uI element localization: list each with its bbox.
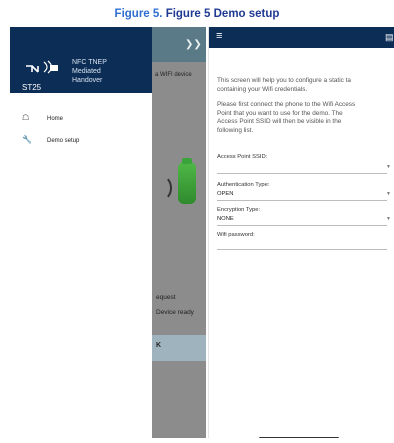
st-logo-icon (26, 60, 58, 74)
wifi-password-label: Wifi password: (217, 232, 255, 238)
app-bar: ≡ ▤ (209, 27, 394, 48)
intro-text: This screen will help you to configure a… (217, 77, 394, 94)
right-phone-screen: ≡ ▤ This screen will help you to configu… (208, 27, 394, 438)
figure-label: Figure 5. (114, 8, 163, 20)
auth-type-underline (217, 200, 387, 201)
drawer-header: ST25 NFC TNEP Mediated Handover (10, 27, 152, 93)
instruction-line: Access Point SSID will then be visible i… (217, 118, 342, 125)
nfc-wave-icon (150, 175, 172, 201)
encryption-type-label: Encryption Type: (217, 207, 261, 213)
drawer-title-line: NFC TNEP (72, 59, 107, 66)
ssid-label: Access Point SSID: (217, 154, 268, 160)
background-header-text: a WIFI device (155, 72, 192, 78)
st25-logo-text: ST25 (22, 83, 42, 92)
drawer-item-home[interactable]: ☖ Home (10, 113, 152, 129)
drawer-title-line: Handover (72, 77, 103, 84)
save-icon[interactable]: ▤ (385, 32, 394, 43)
auth-type-select[interactable]: OPEN (217, 191, 233, 197)
background-status-ready: Device ready (156, 309, 194, 316)
nfc-icon: ❯❯ (185, 39, 202, 50)
left-phone-screen: ❯❯ a WIFI device equest Device ready K S… (10, 27, 206, 438)
navigation-drawer: ST25 NFC TNEP Mediated Handover ☖ Home 🔧… (10, 27, 152, 438)
auth-type-label: Authentication Type: (217, 182, 270, 188)
background-button-label: K (156, 342, 162, 349)
figure-caption: Figure 5. Figure 5 Demo setup (0, 8, 394, 20)
instruction-line: Point that you want to use for the demo.… (217, 109, 343, 117)
battery-icon (178, 158, 196, 204)
home-icon: ☖ (22, 113, 30, 122)
drawer-item-label: Demo setup (47, 138, 80, 144)
intro-line: This screen will help you to configure a… (217, 77, 351, 84)
background-content (152, 27, 206, 438)
chevron-down-icon[interactable]: ▼ (386, 191, 391, 197)
drawer-app-title: NFC TNEP Mediated Handover (72, 58, 152, 85)
chevron-down-icon[interactable]: ▼ (386, 164, 391, 170)
instructions-text: Please first connect the phone to the Wi… (217, 101, 394, 135)
drawer-title-line: Mediated (72, 68, 101, 75)
instruction-line: following list. (217, 126, 254, 134)
background-status-request: equest (156, 294, 176, 301)
instruction-line: Please first connect the phone to the Wi… (217, 101, 356, 108)
intro-line: containing your Wifi credentials. (217, 85, 308, 93)
figure-title: Figure 5 Demo setup (165, 8, 280, 20)
drawer-item-demo-setup[interactable]: 🔧 Demo setup (10, 135, 152, 151)
wrench-icon: 🔧 (22, 135, 32, 144)
chevron-down-icon[interactable]: ▼ (386, 216, 391, 222)
encryption-type-underline (217, 225, 387, 226)
home-indicator[interactable] (259, 437, 339, 438)
drawer-item-label: Home (47, 116, 64, 122)
menu-icon[interactable]: ≡ (216, 30, 222, 42)
encryption-type-select[interactable]: NONE (217, 216, 234, 222)
wifi-password-input[interactable] (217, 249, 387, 250)
ssid-dropdown[interactable] (217, 173, 387, 174)
